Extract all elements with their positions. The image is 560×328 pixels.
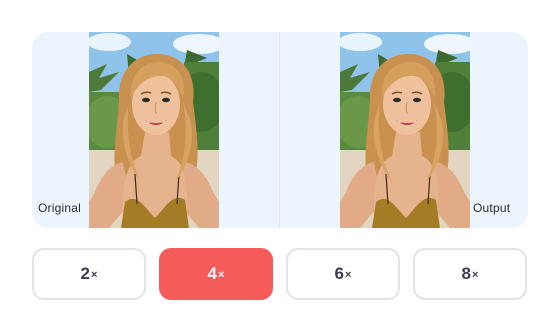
- scale-number: 2: [80, 264, 91, 283]
- scale-8x-button[interactable]: 8 ×: [413, 248, 527, 300]
- scale-6x-button[interactable]: 6 ×: [286, 248, 400, 300]
- scale-4x-button[interactable]: 4 ×: [159, 248, 273, 300]
- multiply-symbol: ×: [91, 268, 98, 281]
- comparison-divider: [279, 32, 280, 228]
- original-label: Original: [38, 201, 81, 215]
- multiply-symbol: ×: [218, 268, 225, 281]
- output-image: [340, 32, 470, 228]
- multiply-symbol: ×: [472, 268, 479, 281]
- scale-number: 6: [334, 264, 345, 283]
- scale-2x-button[interactable]: 2 ×: [32, 248, 146, 300]
- output-label: Output: [473, 201, 511, 215]
- image-comparison-panel: Original Output: [32, 32, 528, 228]
- scale-number: 4: [207, 264, 218, 283]
- multiply-symbol: ×: [345, 268, 352, 281]
- original-image: [89, 32, 219, 228]
- scale-options: 2 × 4 × 6 × 8 ×: [32, 248, 528, 300]
- scale-number: 8: [461, 264, 472, 283]
